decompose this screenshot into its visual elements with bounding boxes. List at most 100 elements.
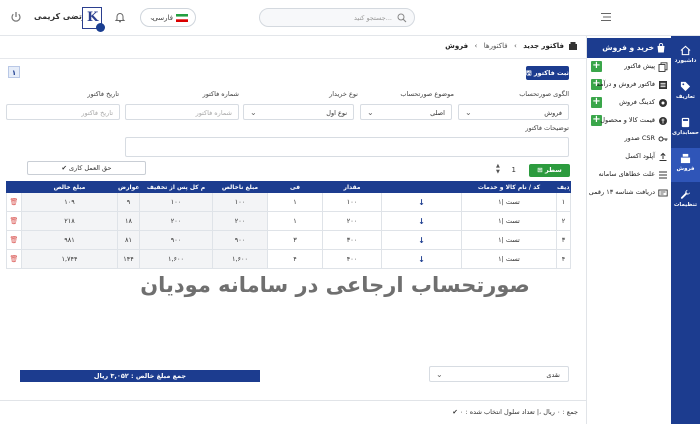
stepper-arrows-icon[interactable]: ▲ ▼ [496,163,500,175]
cell-quantity[interactable]: ۴۰۰ [322,249,382,269]
cell-fee[interactable]: ۱ [267,211,323,231]
row-count-stepper[interactable]: ▲ ▼ 1 [496,163,522,177]
menu-icon[interactable] [600,12,612,22]
sidebar-item-dashboard[interactable]: داشبورد [671,40,700,74]
cell-arrow[interactable]: ↓ [381,211,462,231]
cell-tax: ۱۴۴ [117,249,140,269]
cell-fee[interactable]: ۱ [267,192,323,212]
table-row[interactable]: 🗑 ۱,۷۴۴ ۱۴۴ ۱,۶۰۰ ۱,۶۰۰ ۴ ۴۰۰ ↓ ۱| تست ۴ [6,249,571,269]
cell-quantity[interactable]: ۲۰۰ [322,211,382,231]
arrow-down-icon[interactable]: ↓ [418,255,425,264]
payment-method-select[interactable]: نقدی ⌄ [429,366,569,382]
submenu-label-sales-invoice: فاکتور فروش و درآمد [596,80,655,88]
invoice-date-placeholder: تاریخ فاکتور [81,109,113,117]
arrow-down-icon[interactable]: ↓ [418,198,425,207]
sidebar-item-accounting[interactable]: حسابداری [671,112,700,146]
submenu-item-sales-invoice[interactable]: + فاکتور فروش و درآمد [587,78,672,92]
trash-icon[interactable]: 🗑 [10,217,19,225]
submenu-item-proforma[interactable]: + پیش فاکتور [587,60,672,74]
search-input[interactable]: جستجو کنید... [354,14,392,22]
invoice-number-input[interactable]: شماره فاکتور [125,104,239,120]
upload-icon [659,152,667,161]
pattern-select[interactable]: فروش ⌄ [458,104,569,120]
col-net-amount[interactable]: مبلغ خالص [21,181,118,193]
cell-tax: ۸۱ [117,230,140,250]
trash-icon[interactable]: 🗑 [10,255,19,263]
col-quantity[interactable]: مقدار [322,181,382,193]
add-sales-coding-button[interactable]: + [591,97,602,108]
language-select[interactable]: فارسی ⌄ [140,8,196,27]
icon-sidebar: داشبورد تعاریف حسابداری فروش تنظیمات [671,36,700,424]
arrow-down-icon[interactable]: ↓ [418,236,425,245]
cell-quantity[interactable]: ۱۰۰ [322,192,382,212]
cell-item[interactable]: ۱| تست [461,192,557,212]
new-row-button[interactable]: ⊞ سطر جدید [529,164,570,187]
table-row[interactable]: 🗑 ۲۱۸ ۱۸ ۲۰۰ ۲۰۰ ۱ ۲۰۰ ↓ ۱| تست ۲ [6,211,571,231]
breadcrumb-sales[interactable]: فروش [445,42,468,50]
bell-icon[interactable] [114,11,126,23]
invoice-date-input[interactable]: تاریخ فاکتور [6,104,120,120]
submit-invoice-button[interactable]: 🖫 ثبت فاکتور [526,66,569,80]
invoice-number-label: شماره فاکتور [202,90,239,98]
col-tax[interactable]: مبلغ مالیات و عوارض [117,181,140,193]
power-icon[interactable] [10,11,22,23]
divider [0,58,586,59]
cell-gross: ۱۰۰ [212,192,268,212]
buyer-type-value: نوع اول [326,109,347,117]
cell-arrow[interactable]: ↓ [381,249,462,269]
col-after-discount[interactable]: م کل پس از تخفیف [139,181,213,193]
breadcrumb-separator: › [474,42,478,50]
cell-fee[interactable]: ۳ [267,230,323,250]
submenu-title: خرید و فروش [602,43,654,52]
invoice-date-label: تاریخ فاکتور [87,90,119,98]
trash-icon[interactable]: 🗑 [10,236,19,244]
chevron-down-icon: ⌄ [367,108,374,117]
invoice-list-icon [659,81,667,89]
pattern-label: الگوی صورتحساب [519,90,569,98]
submenu-header[interactable]: خرید و فروش [587,38,672,58]
cell-item[interactable]: ۱| تست [461,249,557,269]
breadcrumb-current: فاکتور جدید [523,42,564,50]
col-fee[interactable]: فی [267,181,323,193]
delete-row-button[interactable]: 🗑 [6,249,22,269]
cell-arrow[interactable]: ↓ [381,192,462,212]
search-box[interactable]: جستجو کنید... [259,8,415,27]
delete-row-button[interactable]: 🗑 [6,192,22,212]
add-proforma-button[interactable]: + [591,61,602,72]
sidebar-item-definitions[interactable]: تعاریف [671,76,700,110]
cell-after-discount: ۱,۶۰۰ [139,249,213,269]
logo-badge [96,23,105,32]
description-textarea[interactable] [125,137,569,157]
net-total-bar: جمع مبلغ خالص : ۳,۰۵۲ ریال [20,370,260,382]
commission-button[interactable]: ✔ حق العمل کاری [27,161,146,175]
delete-row-button[interactable]: 🗑 [6,211,22,231]
col-gross[interactable]: مبلغ ناخالص [212,181,268,193]
submenu-item-csr[interactable]: صدور CSR [587,132,672,146]
col-item[interactable]: کد / نام کالا و خدمات [461,181,557,193]
table-row[interactable]: 🗑 ۹۸۱ ۸۱ ۹۰۰ ۹۰۰ ۳ ۳۰۰ ↓ ۱| تست ۳ [6,230,571,250]
subject-value: اصلی [430,109,445,117]
trash-icon[interactable]: 🗑 [10,198,19,206]
cell-item[interactable]: ۱| تست [461,230,557,250]
buyer-type-select[interactable]: نوع اول ⌄ [243,104,354,120]
submenu-item-product-price[interactable]: + قیمت کالا و محصول [587,114,672,128]
cell-gross: ۹۰۰ [212,230,268,250]
arrow-down-icon[interactable]: ↓ [418,217,425,226]
sidebar-item-settings[interactable]: تنظیمات [671,184,700,218]
breadcrumb-invoices[interactable]: فاکتورها [484,42,508,50]
submenu-item-sales-coding[interactable]: + کدینگ فروش [587,96,672,110]
col-index[interactable]: ردیف [556,181,571,193]
invoice-tab-badge[interactable]: ۱ [8,66,20,78]
cell-fee[interactable]: ۴ [267,249,323,269]
subject-select[interactable]: اصلی ⌄ [360,104,452,120]
submenu-item-system-errors[interactable]: علت خطاهای سامانه [587,168,672,182]
cell-quantity[interactable]: ۳۰۰ [322,230,382,250]
cell-item[interactable]: ۱| تست [461,211,557,231]
sidebar-item-sales[interactable]: فروش [671,148,700,182]
submenu-item-13-digit-id[interactable]: دریافت شناسه ۱۳ رقمی [587,186,672,200]
table-row[interactable]: 🗑 ۱۰۹ ۹ ۱۰۰ ۱۰۰ ۱ ۱۰۰ ↓ ۱| تست ۱ [6,192,571,212]
delete-row-button[interactable]: 🗑 [6,230,22,250]
price-tag-icon [659,117,667,125]
cell-arrow[interactable]: ↓ [381,230,462,250]
submenu-item-excel-upload[interactable]: آپلود اکسل [587,150,672,164]
